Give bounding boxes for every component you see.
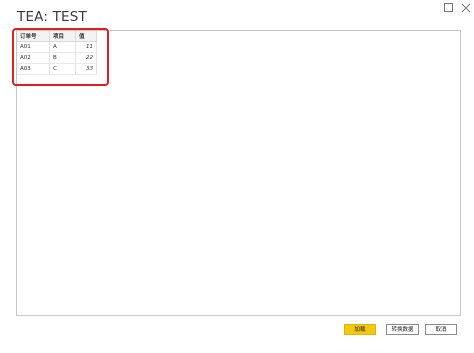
load-button[interactable]: 加载 [344, 324, 376, 335]
load-dialog: TEA: TEST 订单号 项目 值 A01 A 11 A02 B 22 A03… [0, 0, 474, 353]
transform-data-button[interactable]: 转换数据 [386, 324, 419, 335]
maximize-icon[interactable] [442, 2, 454, 14]
cancel-button[interactable]: 取消 [425, 324, 457, 335]
dialog-title: TEA: TEST [17, 9, 88, 25]
highlight-annotation [12, 28, 109, 86]
close-icon[interactable] [460, 2, 472, 14]
